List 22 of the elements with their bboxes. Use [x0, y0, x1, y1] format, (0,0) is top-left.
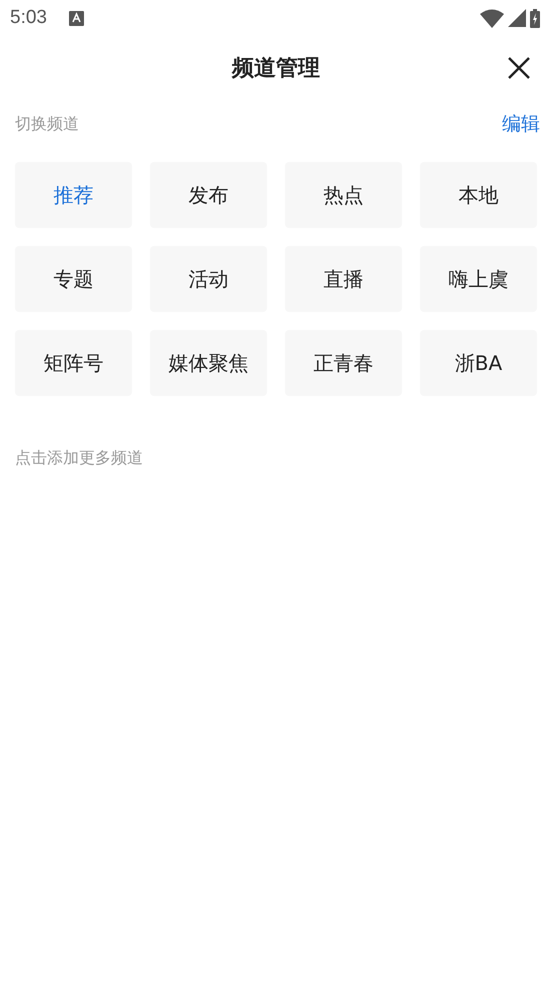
channel-tab[interactable]: 浙BA [420, 330, 537, 396]
channel-tab[interactable]: 专题 [15, 246, 132, 312]
wifi-icon [480, 8, 504, 28]
channel-tab[interactable]: 正青春 [285, 330, 402, 396]
signal-icon [508, 9, 526, 27]
status-time: 5:03 [10, 7, 47, 29]
page-title: 频道管理 [232, 55, 320, 83]
channel-tab[interactable]: 推荐 [15, 162, 132, 228]
keyboard-icon [68, 10, 84, 26]
battery-icon [530, 8, 540, 28]
add-more-hint: 点击添加更多频道 [15, 448, 144, 469]
channel-tab[interactable]: 直播 [285, 246, 402, 312]
channel-tab[interactable]: 活动 [150, 246, 267, 312]
channel-tab[interactable]: 发布 [150, 162, 267, 228]
channel-tab[interactable]: 矩阵号 [15, 330, 132, 396]
close-button[interactable] [506, 55, 532, 81]
channel-tab[interactable]: 嗨上虞 [420, 246, 537, 312]
edit-button[interactable]: 编辑 [502, 111, 540, 137]
channel-tab[interactable]: 热点 [285, 162, 402, 228]
channel-tab[interactable]: 媒体聚焦 [150, 330, 267, 396]
section-title: 切换频道 [15, 114, 79, 134]
channel-tab[interactable]: 本地 [420, 162, 537, 228]
